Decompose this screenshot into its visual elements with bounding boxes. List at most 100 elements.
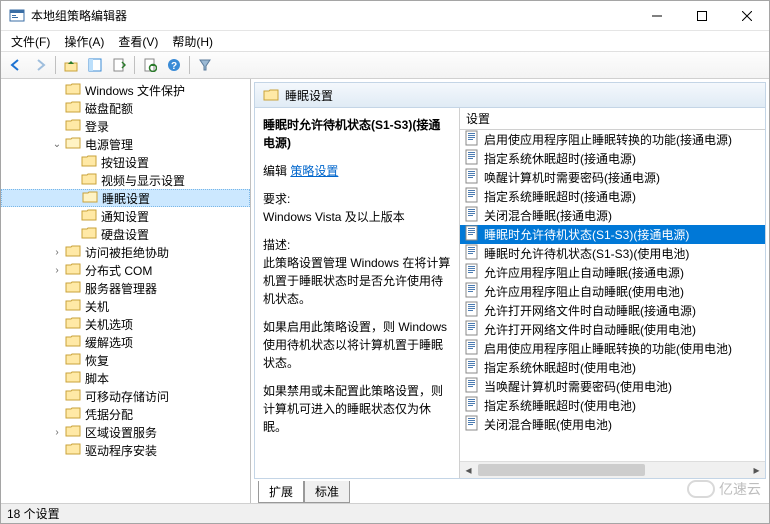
tree-item[interactable]: 关机 bbox=[1, 297, 250, 315]
list-item[interactable]: 启用使应用程序阻止睡眠转换的功能(使用电池) bbox=[460, 339, 765, 358]
list-item-label: 启用使应用程序阻止睡眠转换的功能(使用电池) bbox=[484, 340, 732, 357]
tree-item[interactable]: ⌄电源管理 bbox=[1, 135, 250, 153]
nav-back-button[interactable] bbox=[5, 54, 27, 76]
refresh-button[interactable] bbox=[139, 54, 161, 76]
tree-item[interactable]: ›分布式 COM bbox=[1, 261, 250, 279]
tree-item[interactable]: ›访问被拒绝协助 bbox=[1, 243, 250, 261]
collapse-icon[interactable]: ⌄ bbox=[49, 139, 65, 150]
scroll-left-icon[interactable]: ◂ bbox=[460, 462, 477, 478]
policy-setting-icon bbox=[464, 168, 480, 187]
list-item-label: 启用使应用程序阻止睡眠转换的功能(接通电源) bbox=[484, 131, 732, 148]
filter-button[interactable] bbox=[194, 54, 216, 76]
folder-icon bbox=[81, 207, 101, 226]
list-item[interactable]: 指定系统休眠超时(接通电源) bbox=[460, 149, 765, 168]
policy-setting-icon bbox=[464, 377, 480, 396]
list-item[interactable]: 允许打开网络文件时自动睡眠(接通电源) bbox=[460, 301, 765, 320]
tree-item-label: 磁盘配额 bbox=[85, 100, 133, 117]
toolbar-separator bbox=[189, 56, 190, 74]
minimize-button[interactable] bbox=[634, 1, 679, 30]
tree-item[interactable]: 缓解选项 bbox=[1, 333, 250, 351]
tree-item[interactable]: 关机选项 bbox=[1, 315, 250, 333]
menu-view[interactable]: 查看(V) bbox=[112, 31, 164, 52]
settings-list[interactable]: 启用使应用程序阻止睡眠转换的功能(接通电源) 指定系统休眠超时(接通电源)唤醒计算… bbox=[460, 130, 765, 461]
tree-pane-icon bbox=[88, 58, 102, 72]
expand-icon[interactable]: › bbox=[49, 427, 65, 438]
settings-list-pane: 设置 启用使应用程序阻止睡眠转换的功能(接通电源) 指定系统休眠超时(接通电源)唤… bbox=[460, 108, 765, 478]
tree-item-label: 硬盘设置 bbox=[101, 226, 149, 243]
list-item[interactable]: 指定系统睡眠超时(使用电池) bbox=[460, 396, 765, 415]
menu-action[interactable]: 操作(A) bbox=[58, 31, 110, 52]
list-item[interactable]: 关闭混合睡眠(使用电池) bbox=[460, 415, 765, 434]
tree-item[interactable]: ›区域设置服务 bbox=[1, 423, 250, 441]
list-item-label: 指定系统休眠超时(接通电源) bbox=[484, 150, 636, 167]
policy-setting-icon bbox=[464, 282, 480, 301]
list-item[interactable]: 睡眠时允许待机状态(S1-S3)(接通电源) bbox=[460, 225, 765, 244]
window-title: 本地组策略编辑器 bbox=[31, 7, 634, 24]
export-list-button[interactable] bbox=[108, 54, 130, 76]
policy-setting-icon bbox=[464, 130, 480, 149]
list-item[interactable]: 当唤醒计算机时需要密码(使用电池) bbox=[460, 377, 765, 396]
list-item-label: 指定系统休眠超时(使用电池) bbox=[484, 359, 636, 376]
list-item-label: 指定系统睡眠超时(使用电池) bbox=[484, 397, 636, 414]
list-item[interactable]: 指定系统休眠超时(使用电池) bbox=[460, 358, 765, 377]
menu-bar: 文件(F) 操作(A) 查看(V) 帮助(H) bbox=[1, 31, 769, 51]
toolbar-separator bbox=[134, 56, 135, 74]
folder-icon bbox=[65, 261, 85, 280]
list-item[interactable]: 启用使应用程序阻止睡眠转换的功能(接通电源) bbox=[460, 130, 765, 149]
window-controls bbox=[634, 1, 769, 30]
tree-pane[interactable]: Windows 文件保护磁盘配额登录⌄电源管理按钮设置视频与显示设置睡眠设置通知… bbox=[1, 79, 251, 503]
tab-standard[interactable]: 标准 bbox=[304, 481, 350, 503]
description-para-2: 如果启用此策略设置，则 Windows 使用待机状态以将计算机置于睡眠状态。 bbox=[263, 318, 451, 372]
horizontal-scrollbar[interactable]: ◂ ▸ bbox=[460, 461, 765, 478]
tree-item[interactable]: 硬盘设置 bbox=[1, 225, 250, 243]
tree-item[interactable]: 睡眠设置 bbox=[1, 189, 250, 207]
tree-item[interactable]: 登录 bbox=[1, 117, 250, 135]
tree-item[interactable]: 可移动存储访问 bbox=[1, 387, 250, 405]
tree-item[interactable]: 服务器管理器 bbox=[1, 279, 250, 297]
list-item[interactable]: 唤醒计算机时需要密码(接通电源) bbox=[460, 168, 765, 187]
list-item[interactable]: 允许应用程序阻止自动睡眠(使用电池) bbox=[460, 282, 765, 301]
tree-item[interactable]: 脚本 bbox=[1, 369, 250, 387]
list-item[interactable]: 睡眠时允许待机状态(S1-S3)(使用电池) bbox=[460, 244, 765, 263]
policy-setting-icon bbox=[464, 396, 480, 415]
policy-setting-icon bbox=[464, 415, 480, 434]
list-item[interactable]: 关闭混合睡眠(接通电源) bbox=[460, 206, 765, 225]
list-item[interactable]: 指定系统睡眠超时(接通电源) bbox=[460, 187, 765, 206]
tree-item[interactable]: 视频与显示设置 bbox=[1, 171, 250, 189]
tree-item[interactable]: 恢复 bbox=[1, 351, 250, 369]
expand-icon[interactable]: › bbox=[49, 247, 65, 258]
folder-icon bbox=[65, 351, 85, 370]
list-item[interactable]: 允许应用程序阻止自动睡眠(接通电源) bbox=[460, 263, 765, 282]
tree-item[interactable]: 凭据分配 bbox=[1, 405, 250, 423]
scrollbar-thumb[interactable] bbox=[478, 464, 645, 476]
tree-item[interactable]: 驱动程序安装 bbox=[1, 441, 250, 459]
menu-file[interactable]: 文件(F) bbox=[5, 31, 56, 52]
tree-item[interactable]: 磁盘配额 bbox=[1, 99, 250, 117]
show-hide-tree-button[interactable] bbox=[84, 54, 106, 76]
maximize-button[interactable] bbox=[679, 1, 724, 30]
column-header-setting[interactable]: 设置 bbox=[460, 108, 765, 130]
up-button[interactable] bbox=[60, 54, 82, 76]
policy-setting-icon bbox=[464, 187, 480, 206]
status-bar: 18 个设置 bbox=[1, 503, 769, 523]
tree-item[interactable]: Windows 文件保护 bbox=[1, 81, 250, 99]
edit-policy-link[interactable]: 策略设置 bbox=[290, 164, 338, 178]
policy-setting-icon bbox=[464, 358, 480, 377]
policy-setting-icon bbox=[464, 263, 480, 282]
expand-icon[interactable]: › bbox=[49, 265, 65, 276]
folder-icon bbox=[65, 243, 85, 262]
menu-help[interactable]: 帮助(H) bbox=[166, 31, 219, 52]
nav-forward-button[interactable] bbox=[29, 54, 51, 76]
tree-item[interactable]: 通知设置 bbox=[1, 207, 250, 225]
scroll-right-icon[interactable]: ▸ bbox=[748, 462, 765, 478]
tab-extended[interactable]: 扩展 bbox=[258, 481, 304, 503]
list-item[interactable]: 允许打开网络文件时自动睡眠(使用电池) bbox=[460, 320, 765, 339]
close-button[interactable] bbox=[724, 1, 769, 30]
help-button[interactable]: ? bbox=[163, 54, 185, 76]
content-pane: 睡眠设置 睡眠时允许待机状态(S1-S3)(接通电源) 编辑 策略设置 要求: … bbox=[251, 79, 769, 503]
folder-icon bbox=[65, 135, 85, 154]
tree-item-label: 脚本 bbox=[85, 370, 109, 387]
arrow-left-icon bbox=[9, 58, 23, 72]
tree-item[interactable]: 按钮设置 bbox=[1, 153, 250, 171]
list-item-label: 关闭混合睡眠(使用电池) bbox=[484, 416, 612, 433]
